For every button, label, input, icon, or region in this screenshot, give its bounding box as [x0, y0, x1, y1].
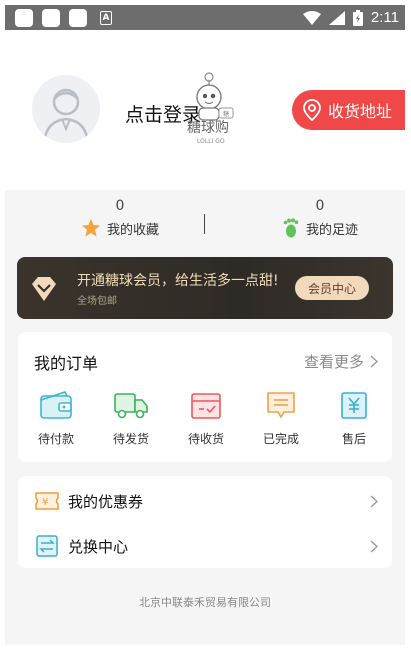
box-icon: [191, 393, 221, 419]
battery-icon: [352, 9, 363, 26]
notification-icon: [42, 8, 60, 27]
svg-text:糖: 糖: [223, 110, 229, 118]
coupons-row[interactable]: ¥ 我的优惠券: [34, 486, 378, 516]
yen-doc-icon: [341, 392, 367, 419]
profile-header: 点击登录 糖 糖球购 LOLLI GO 收货地址: [5, 30, 405, 190]
order-item-label: 待收货: [187, 432, 224, 446]
svg-text:糖球购: 糖球购: [187, 120, 229, 136]
footprints-count: 0: [315, 198, 325, 214]
svg-text:¥: ¥: [42, 497, 48, 508]
company-footer: 北京中联泰禾贸易有限公司: [139, 596, 271, 609]
order-after-sales[interactable]: 售后: [324, 390, 384, 447]
chevron-right-icon: [370, 355, 378, 368]
footprints-label: 我的足迹: [305, 222, 358, 238]
notification-a-icon: A: [100, 10, 112, 25]
address-button[interactable]: 收货地址: [292, 90, 405, 130]
stats-row: 0 我的收藏 0 我的足迹: [5, 198, 405, 250]
coupons-label: 我的优惠券: [68, 492, 144, 511]
stats-divider: [204, 214, 205, 234]
order-pending-shipment[interactable]: 待发货: [101, 390, 161, 447]
view-more-label: 查看更多: [303, 353, 364, 371]
exchange-label: 兑换中心: [68, 537, 129, 556]
order-pending-receipt[interactable]: 待收货: [176, 390, 236, 447]
chevron-right-icon: [370, 494, 378, 508]
favorites-label: 我的收藏: [106, 222, 159, 238]
footprint-icon: [283, 218, 299, 238]
clock: 2:11: [370, 9, 399, 26]
member-center-button[interactable]: 会员中心: [295, 276, 369, 300]
address-button-label: 收货地址: [328, 102, 393, 121]
user-placeholder-icon: [42, 88, 90, 143]
order-item-label: 已完成: [262, 432, 299, 446]
wifi-icon: [302, 10, 321, 25]
location-pin-icon: [303, 99, 321, 121]
order-item-label: 待付款: [37, 432, 74, 446]
exchange-row[interactable]: 兑换中心: [34, 531, 378, 561]
coupon-icon: ¥: [35, 492, 59, 510]
diamond-icon: [32, 277, 56, 301]
star-icon: [81, 219, 100, 237]
notification-icon: [15, 8, 33, 27]
order-item-label: 待发货: [112, 432, 149, 446]
favorites-count: 0: [115, 198, 125, 214]
vip-title: 开通糖球会员，给生活多一点甜!: [77, 273, 279, 289]
footprints-stat[interactable]: 0 我的足迹: [250, 198, 390, 238]
order-pending-payment[interactable]: 待付款: [26, 390, 86, 447]
avatar[interactable]: [32, 75, 100, 143]
chevron-right-icon: [370, 539, 378, 553]
wallet-icon: [40, 391, 72, 419]
exchange-icon: [36, 535, 58, 557]
signal-icon: [328, 10, 345, 25]
svg-text:LOLLI GO: LOLLI GO: [197, 138, 225, 145]
orders-title: 我的订单: [34, 354, 99, 373]
view-more-link[interactable]: 查看更多: [304, 351, 378, 372]
vip-subtitle: 全场包邮: [77, 296, 117, 307]
order-item-label: 售后: [341, 432, 366, 446]
orders-card: 我的订单 查看更多 待付款 待发货 待收货 已完成 售后: [18, 332, 392, 462]
truck-icon: [114, 393, 148, 419]
mascot-logo: 糖 糖球购 LOLLI GO: [185, 70, 243, 150]
notification-icon: [69, 8, 87, 27]
order-completed[interactable]: 已完成: [251, 390, 311, 447]
status-bar: A 2:11: [5, 5, 405, 30]
favorites-stat[interactable]: 0 我的收藏: [50, 198, 190, 238]
vip-banner[interactable]: 开通糖球会员，给生活多一点甜! 全场包邮 会员中心: [17, 257, 393, 319]
message-icon: [267, 392, 295, 419]
extras-card: ¥ 我的优惠券 兑换中心: [18, 476, 392, 568]
